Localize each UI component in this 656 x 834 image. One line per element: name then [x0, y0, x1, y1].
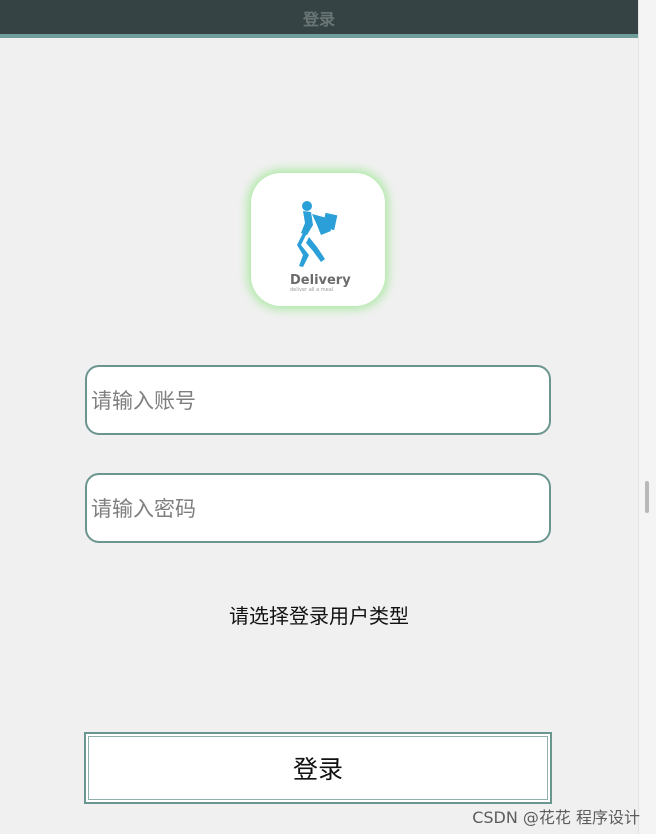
- logo-tagline: deliver all a meal: [290, 287, 333, 293]
- watermark: CSDN @花花 程序设计: [472, 808, 640, 827]
- password-input[interactable]: [89, 475, 533, 543]
- login-button[interactable]: 登录: [84, 732, 552, 804]
- app-logo: Delivery deliver all a meal: [251, 173, 385, 306]
- account-field[interactable]: [85, 365, 551, 435]
- account-input[interactable]: [89, 367, 533, 435]
- logo-brand: Delivery: [290, 273, 351, 288]
- delivery-man-icon: Delivery deliver all a meal: [290, 201, 351, 293]
- scrollbar-grip[interactable]: [645, 481, 649, 513]
- user-type-prompt: 请选择登录用户类型: [229, 604, 409, 628]
- window-title: 登录: [302, 10, 335, 29]
- title-bar: 登录: [0, 0, 638, 38]
- scrollbar[interactable]: [638, 0, 656, 834]
- password-field[interactable]: [85, 473, 551, 543]
